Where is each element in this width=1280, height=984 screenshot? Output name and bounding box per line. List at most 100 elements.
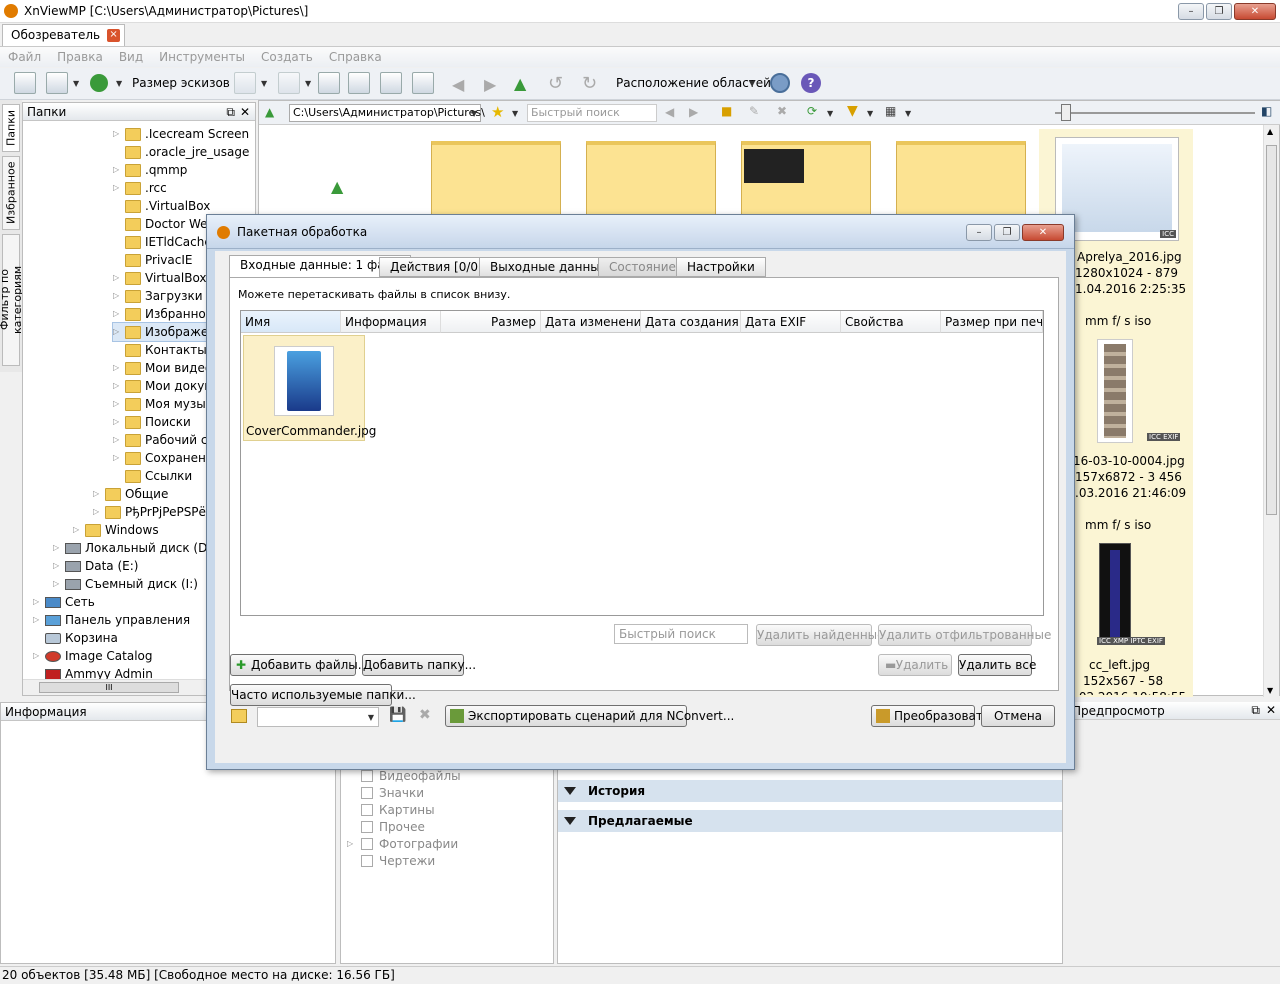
- tree-item[interactable]: ▷ Мои видео: [113, 359, 212, 377]
- refresh-icon[interactable]: [90, 74, 108, 92]
- browser-vscrollbar[interactable]: ▲ ▼: [1263, 125, 1279, 697]
- batch-convert-icon[interactable]: [380, 72, 402, 94]
- expand-icon[interactable]: ▷: [113, 431, 121, 449]
- convert-button[interactable]: Преобразовать: [871, 705, 990, 727]
- preset-dropdown-icon[interactable]: ▼: [368, 709, 374, 727]
- tab-actions[interactable]: Действия [0/0]: [379, 257, 494, 277]
- expand-icon[interactable]: ▷: [113, 161, 121, 179]
- col-modified[interactable]: Дата изменения: [541, 311, 641, 333]
- category-item[interactable]: Прочее: [347, 818, 425, 835]
- expand-icon[interactable]: ▷: [73, 521, 81, 539]
- category-item[interactable]: ▷ Фотографии: [347, 835, 458, 852]
- side-tab-folders[interactable]: Папки: [2, 104, 20, 152]
- tab-settings[interactable]: Настройки: [676, 257, 766, 277]
- tree-item[interactable]: ▷ Мои докум: [113, 377, 213, 395]
- rename-icon[interactable]: ✎: [749, 104, 759, 118]
- open-folder-icon[interactable]: [231, 709, 247, 723]
- folder-thumbnail[interactable]: [741, 141, 871, 217]
- next-icon[interactable]: ▶: [689, 105, 698, 119]
- minimize-button[interactable]: –: [1178, 3, 1204, 20]
- expand-icon[interactable]: ▷: [347, 839, 355, 848]
- tree-item[interactable]: Ссылки: [113, 467, 192, 485]
- folder-thumbnail[interactable]: [896, 141, 1026, 217]
- tree-item[interactable]: ▷ VirtualBox V: [113, 269, 219, 287]
- tree-item[interactable]: ▷ Сохраненн: [113, 449, 214, 467]
- col-info[interactable]: Информация: [341, 311, 441, 333]
- zoom-slider-track[interactable]: [1055, 112, 1255, 114]
- side-tab-category-filter[interactable]: Фильтр по категориям: [0, 234, 24, 366]
- refresh-nav-icon[interactable]: ⟳: [807, 104, 817, 118]
- filter-dropdown-icon[interactable]: ▼: [305, 79, 311, 88]
- expand-icon[interactable]: ▷: [113, 287, 121, 305]
- tree-item[interactable]: ▷ Избранное: [113, 305, 213, 323]
- quick-search-input[interactable]: Быстрый поиск: [527, 104, 657, 122]
- tree-item[interactable]: ▷ Изображен: [111, 322, 218, 342]
- preview-close-icon[interactable]: ✕: [1266, 703, 1276, 717]
- expand-icon[interactable]: ▷: [113, 395, 121, 413]
- rotate-left-icon[interactable]: ↺: [548, 73, 563, 94]
- panel-toggle-icon[interactable]: ◧: [1261, 104, 1272, 118]
- panel-close-icon[interactable]: ✕: [240, 103, 250, 121]
- tree-item[interactable]: PrivacIE: [113, 251, 192, 269]
- expand-icon[interactable]: ▷: [113, 449, 121, 467]
- export-nconvert-button[interactable]: Экспортировать сценарий для NConvert...: [445, 705, 734, 727]
- input-file-item[interactable]: CoverCommander.jpg: [243, 335, 376, 441]
- expand-icon[interactable]: ▷: [33, 647, 41, 665]
- expand-icon[interactable]: ▷: [33, 593, 41, 611]
- favorite-star-icon[interactable]: ★: [491, 103, 504, 121]
- menu-view[interactable]: Вид: [119, 50, 143, 64]
- side-tab-favorites[interactable]: Избранное: [2, 156, 20, 230]
- nav-up-icon[interactable]: ▲: [265, 105, 274, 119]
- category-item[interactable]: Картины: [347, 801, 435, 818]
- tree-item[interactable]: ▷ Панель управления: [33, 611, 190, 629]
- category-checkbox[interactable]: [361, 820, 373, 833]
- tree-item[interactable]: ▷ Рабочий ст: [113, 431, 214, 449]
- scroll-down-icon[interactable]: ▼: [1267, 686, 1273, 695]
- sort-icon[interactable]: [234, 72, 256, 94]
- filter-funnel-icon[interactable]: ▼: [847, 103, 858, 119]
- section-history[interactable]: История: [558, 780, 1062, 802]
- expand-icon[interactable]: ▷: [113, 359, 121, 377]
- prev-icon[interactable]: ◀: [665, 105, 674, 119]
- tab-status[interactable]: Состояние: [598, 257, 687, 277]
- tree-item[interactable]: ▷ Поиски: [113, 413, 191, 431]
- preset-select[interactable]: ▼: [257, 707, 379, 727]
- filter-funnel-dropdown-icon[interactable]: ▼: [867, 109, 873, 118]
- category-checkbox[interactable]: [361, 837, 373, 850]
- expand-icon[interactable]: ▷: [113, 377, 121, 395]
- layout-dropdown-icon[interactable]: ▼: [749, 79, 755, 88]
- zoom-slider-thumb[interactable]: [1061, 104, 1071, 121]
- col-properties[interactable]: Свойства: [841, 311, 941, 333]
- new-folder-icon[interactable]: ■: [721, 104, 732, 118]
- tree-item[interactable]: ▷ PђPrPjPePSPёС: [93, 503, 214, 521]
- tree-item[interactable]: ▷ .rcc: [113, 179, 167, 197]
- category-checkbox[interactable]: [361, 803, 373, 816]
- col-size[interactable]: Размер: [441, 311, 541, 333]
- expand-icon[interactable]: ▷: [113, 179, 121, 197]
- expand-icon[interactable]: ▷: [53, 575, 61, 593]
- tree-item[interactable]: Doctor Web: [113, 215, 215, 233]
- back-icon[interactable]: ◀: [452, 75, 464, 94]
- menu-file[interactable]: Файл: [8, 50, 41, 64]
- expand-icon[interactable]: ▷: [53, 539, 61, 557]
- category-checkbox[interactable]: [361, 854, 373, 867]
- category-checkbox[interactable]: [361, 786, 373, 799]
- expand-icon[interactable]: ▷: [53, 557, 61, 575]
- scroll-up-icon[interactable]: ▲: [1267, 127, 1273, 136]
- tree-item[interactable]: ▷ Загрузки: [113, 287, 203, 305]
- tab-browser[interactable]: Обозреватель ×: [2, 24, 126, 46]
- path-input[interactable]: C:\Users\Администратор\Pictures\: [289, 104, 485, 122]
- tree-item[interactable]: Ammyy Admin: [33, 665, 153, 679]
- folder-thumbnail[interactable]: [586, 141, 716, 217]
- path-dropdown-icon[interactable]: ▼: [471, 109, 477, 118]
- remove-filtered-button[interactable]: Удалить отфильтрованные: [878, 624, 1051, 646]
- parent-folder-icon[interactable]: ▲: [331, 177, 343, 196]
- menu-tools[interactable]: Инструменты: [159, 50, 245, 64]
- close-button[interactable]: ✕: [1234, 3, 1276, 20]
- delete-preset-icon[interactable]: ✖: [419, 707, 431, 723]
- tree-item[interactable]: Корзина: [33, 629, 118, 647]
- input-file-list[interactable]: Имя Информация Размер Дата изменения Дат…: [240, 310, 1044, 616]
- vscroll-thumb[interactable]: [1266, 145, 1277, 515]
- tree-item[interactable]: ▷ Сеть: [33, 593, 95, 611]
- tab-close-icon[interactable]: ×: [107, 29, 121, 42]
